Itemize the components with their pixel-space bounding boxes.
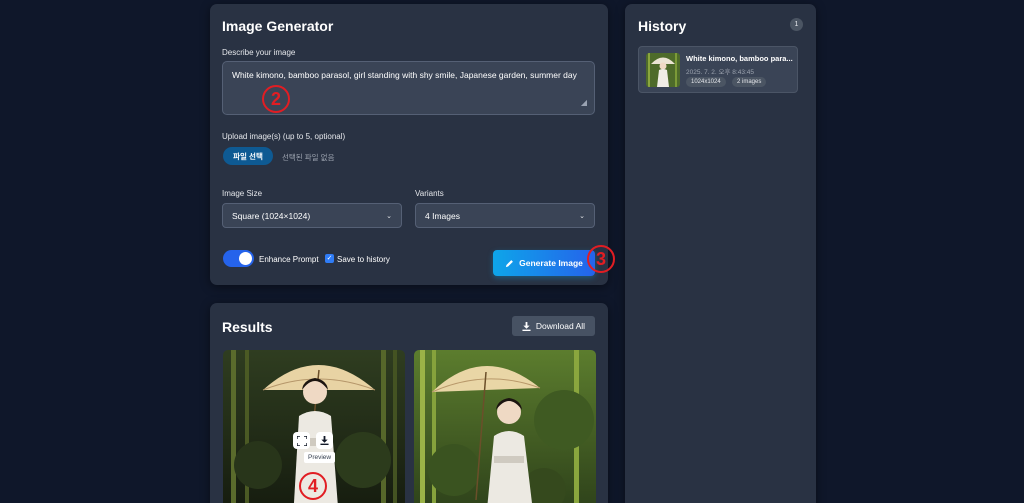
result-image-2[interactable] [414,350,596,503]
history-panel: History 1 White kimono, bamboo para... 2… [625,4,816,503]
pencil-icon [506,259,514,267]
history-size-tag: 1024x1024 [686,77,726,87]
marker-2: 2 [262,85,290,113]
upload-label: Upload image(s) (up to 5, optional) [222,132,346,141]
image-size-value: Square (1024×1024) [232,210,311,221]
result-image-picture [414,350,596,503]
download-image-button[interactable] [316,432,333,449]
chevron-down-icon: ⌄ [579,212,585,220]
download-all-button[interactable]: Download All [512,316,595,336]
marker-4: 4 [299,472,327,500]
download-icon [320,436,329,445]
history-images-tag: 2 images [732,77,767,87]
describe-label: Describe your image [222,48,296,57]
variants-label: Variants [415,189,444,198]
no-file-text: 선택된 파일 없음 [282,153,335,162]
expand-icon [296,435,307,446]
history-item-title: White kimono, bamboo para... [686,54,793,63]
save-history-checkbox[interactable]: ✓ [325,254,334,263]
preview-tooltip: Preview [304,452,336,463]
save-history-label: Save to history [337,255,390,264]
history-thumbnail-picture [646,53,680,87]
enhance-prompt-toggle[interactable] [223,250,254,267]
image-size-select[interactable]: Square (1024×1024) ⌄ [222,203,402,228]
generate-image-button[interactable]: Generate Image [493,250,595,276]
preview-button[interactable] [293,432,310,449]
results-panel: Results Download All Preview 4 [210,303,608,503]
result-image-1[interactable]: Preview 4 [223,350,405,503]
size-label: Image Size [222,189,263,198]
history-count-badge: 1 [790,18,803,31]
download-icon [522,321,531,331]
chevron-down-icon: ⌄ [386,212,392,220]
history-title: History [638,18,687,34]
download-all-label: Download All [535,321,586,331]
marker-3: 3 [587,245,615,273]
enhance-prompt-label: Enhance Prompt [259,255,319,264]
choose-file-button[interactable]: 파일 선택 [223,147,273,165]
history-item[interactable]: White kimono, bamboo para... 2025. 7. 2.… [638,46,798,93]
generate-image-label: Generate Image [519,258,583,268]
variants-select[interactable]: 4 Images ⌄ [415,203,595,228]
toggle-knob [239,252,252,265]
check-icon: ✓ [326,255,333,262]
generator-title: Image Generator [222,18,334,34]
history-thumbnail [646,53,680,87]
variants-value: 4 Images [425,210,460,221]
prompt-text: White kimono, bamboo parasol, girl stand… [232,70,577,80]
image-generator-panel: Image Generator Describe your image Whit… [210,4,615,285]
results-title: Results [222,319,273,335]
resize-icon: ◢ [580,98,587,107]
history-item-date: 2025. 7. 2. 오후 8:43:45 [686,69,754,76]
